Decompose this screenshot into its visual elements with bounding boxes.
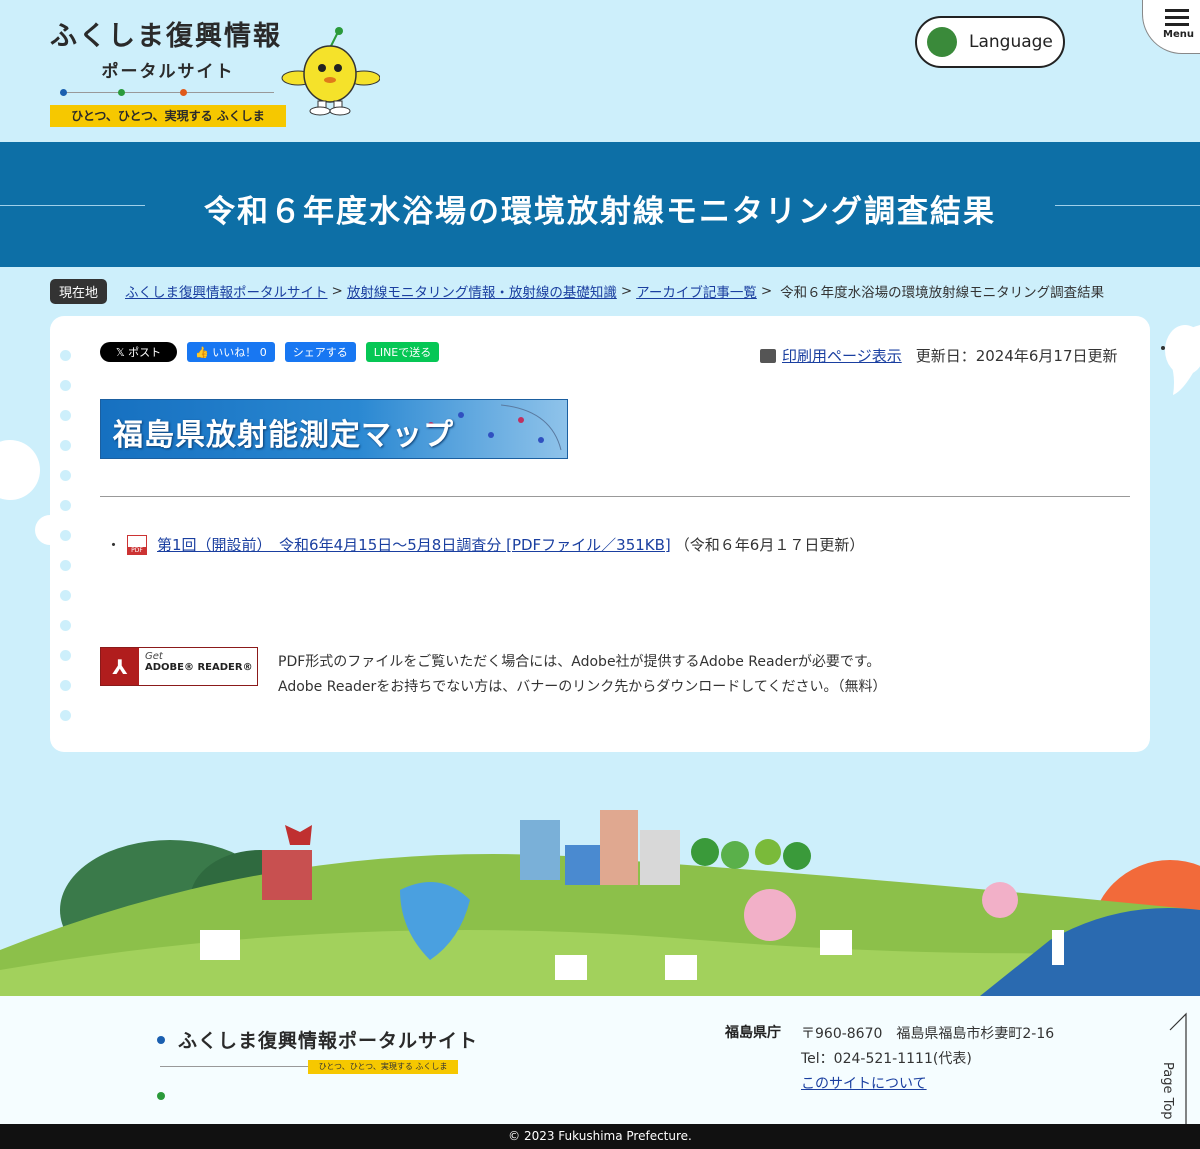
map-banner-text: 福島県放射能測定マップ <box>113 418 454 453</box>
site-logo[interactable]: ふくしま復興情報 ポータルサイト ひとつ、ひとつ、実現する ふくしま <box>50 14 290 127</box>
breadcrumb-separator: > <box>620 283 633 299</box>
adobe-get-label: Get <box>145 651 163 662</box>
list-bullet: ・ <box>106 536 122 554</box>
page-top-button[interactable]: Page Top <box>1160 1062 1175 1120</box>
logo-subtitle: ポータルサイト <box>101 62 235 82</box>
x-post-button[interactable]: 𝕏 ポスト <box>100 342 177 362</box>
pdf-list-item: ・ PDF 第1回（開設前） 令和6年4月15日～5月8日調査分 [PDFファイ… <box>106 534 864 555</box>
breadcrumb: 現在地 ふくしま復興情報ポータルサイト > 放射線モニタリング情報・放射線の基礎… <box>50 278 1150 304</box>
footer-logo[interactable]: ふくしま復興情報ポータルサイト ひとつ、ひとつ、実現する ふくしま <box>157 1026 479 1100</box>
footer-logo-title: ふくしま復興情報ポータルサイト <box>178 1030 479 1052</box>
mascot-illustration <box>281 27 380 116</box>
menu-label: Menu <box>1163 29 1194 40</box>
footer-contact: 〒960-8670 福島県福島市杉妻町2-16 Tel：024-521-1111… <box>801 1022 1054 1097</box>
update-date: 更新日：2024年6月17日更新 <box>915 347 1118 365</box>
pdf-icon: PDF <box>127 534 148 555</box>
logo-title: ふくしま復興情報 <box>50 21 282 52</box>
print-row: 印刷用ページ表示 更新日：2024年6月17日更新 <box>760 345 1118 366</box>
breadcrumb-link-home[interactable]: ふくしま復興情報ポータルサイト <box>125 281 328 301</box>
pdf-update-note: （令和６年6月１７日更新） <box>674 536 865 554</box>
divider <box>100 496 1130 497</box>
printer-icon <box>760 348 776 363</box>
footer-logo-tagline: ひとつ、ひとつ、実現する ふくしま <box>308 1060 458 1074</box>
footer-tel: Tel：024-521-1111(代表) <box>801 1051 972 1067</box>
breadcrumb-link-radiation[interactable]: 放射線モニタリング情報・放射線の基礎知識 <box>347 281 617 301</box>
facebook-share-button[interactable]: シェアする <box>284 342 356 362</box>
page-title: 令和６年度水浴場の環境放射線モニタリング調査結果 <box>204 194 996 230</box>
globe-icon <box>927 27 957 57</box>
landscape-illustration <box>0 810 1200 996</box>
about-site-link[interactable]: このサイトについて <box>801 1076 927 1092</box>
bird-icon <box>1161 325 1200 395</box>
print-page-link[interactable]: 印刷用ページ表示 <box>782 345 902 366</box>
logo-tagline: ひとつ、ひとつ、実現する ふくしま <box>50 105 286 127</box>
cloud-decoration <box>0 440 40 500</box>
site-footer: ふくしま復興情報ポータルサイト ひとつ、ひとつ、実現する ふくしま 福島県庁 〒… <box>0 996 1200 1124</box>
facebook-like-button[interactable]: 👍 いいね！ 0 <box>187 342 275 362</box>
breadcrumb-badge: 現在地 <box>50 278 108 304</box>
title-band: 令和６年度水浴場の環境放射線モニタリング調査結果 <box>0 142 1200 267</box>
radiation-map-banner[interactable]: 福島県放射能測定マップ <box>100 399 568 459</box>
adobe-reader-label: ADOBE® READER® <box>145 662 253 673</box>
line-send-button[interactable]: LINEで送る <box>365 342 440 362</box>
adobe-note: PDF形式のファイルをご覧いただく場合には、Adobe社が提供するAdobe R… <box>278 650 886 700</box>
language-label: Language <box>969 32 1053 52</box>
adobe-logo-icon: ⅄ <box>101 648 139 685</box>
breadcrumb-current: 令和６年度水浴場の環境放射線モニタリング調査結果 <box>780 285 1105 301</box>
hamburger-icon <box>1165 9 1189 30</box>
breadcrumb-separator: > <box>331 283 343 299</box>
breadcrumb-separator: > <box>760 283 773 299</box>
adobe-note-line: PDF形式のファイルをご覧いただく場合には、Adobe社が提供するAdobe R… <box>278 654 881 670</box>
adobe-reader-banner[interactable]: ⅄ Get ADOBE® READER® <box>100 647 258 686</box>
share-buttons: 𝕏 ポスト 👍 いいね！ 0 シェアする LINEで送る <box>100 342 440 362</box>
pdf-file-link[interactable]: 第1回（開設前） 令和6年4月15日～5月8日調査分 [PDFファイル／351K… <box>157 534 671 555</box>
footer-address: 〒960-8670 福島県福島市杉妻町2-16 <box>801 1026 1055 1042</box>
footer-org-name: 福島県庁 <box>725 1025 781 1041</box>
copyright: © 2023 Fukushima Prefecture. <box>0 1124 1200 1149</box>
language-button[interactable]: Language <box>915 16 1065 68</box>
adobe-note-line: Adobe Readerをお持ちでない方は、バナーのリンク先からダウンロードして… <box>278 679 887 695</box>
site-header: ふくしま復興情報 ポータルサイト ひとつ、ひとつ、実現する ふくしま Langu… <box>0 0 1200 142</box>
menu-button[interactable]: Menu <box>1142 0 1200 54</box>
logo-dots <box>60 86 284 100</box>
content-card: 𝕏 ポスト 👍 いいね！ 0 シェアする LINEで送る 印刷用ページ表示 更新… <box>50 316 1150 752</box>
breadcrumb-link-archive[interactable]: アーカイブ記事一覧 <box>636 281 757 301</box>
